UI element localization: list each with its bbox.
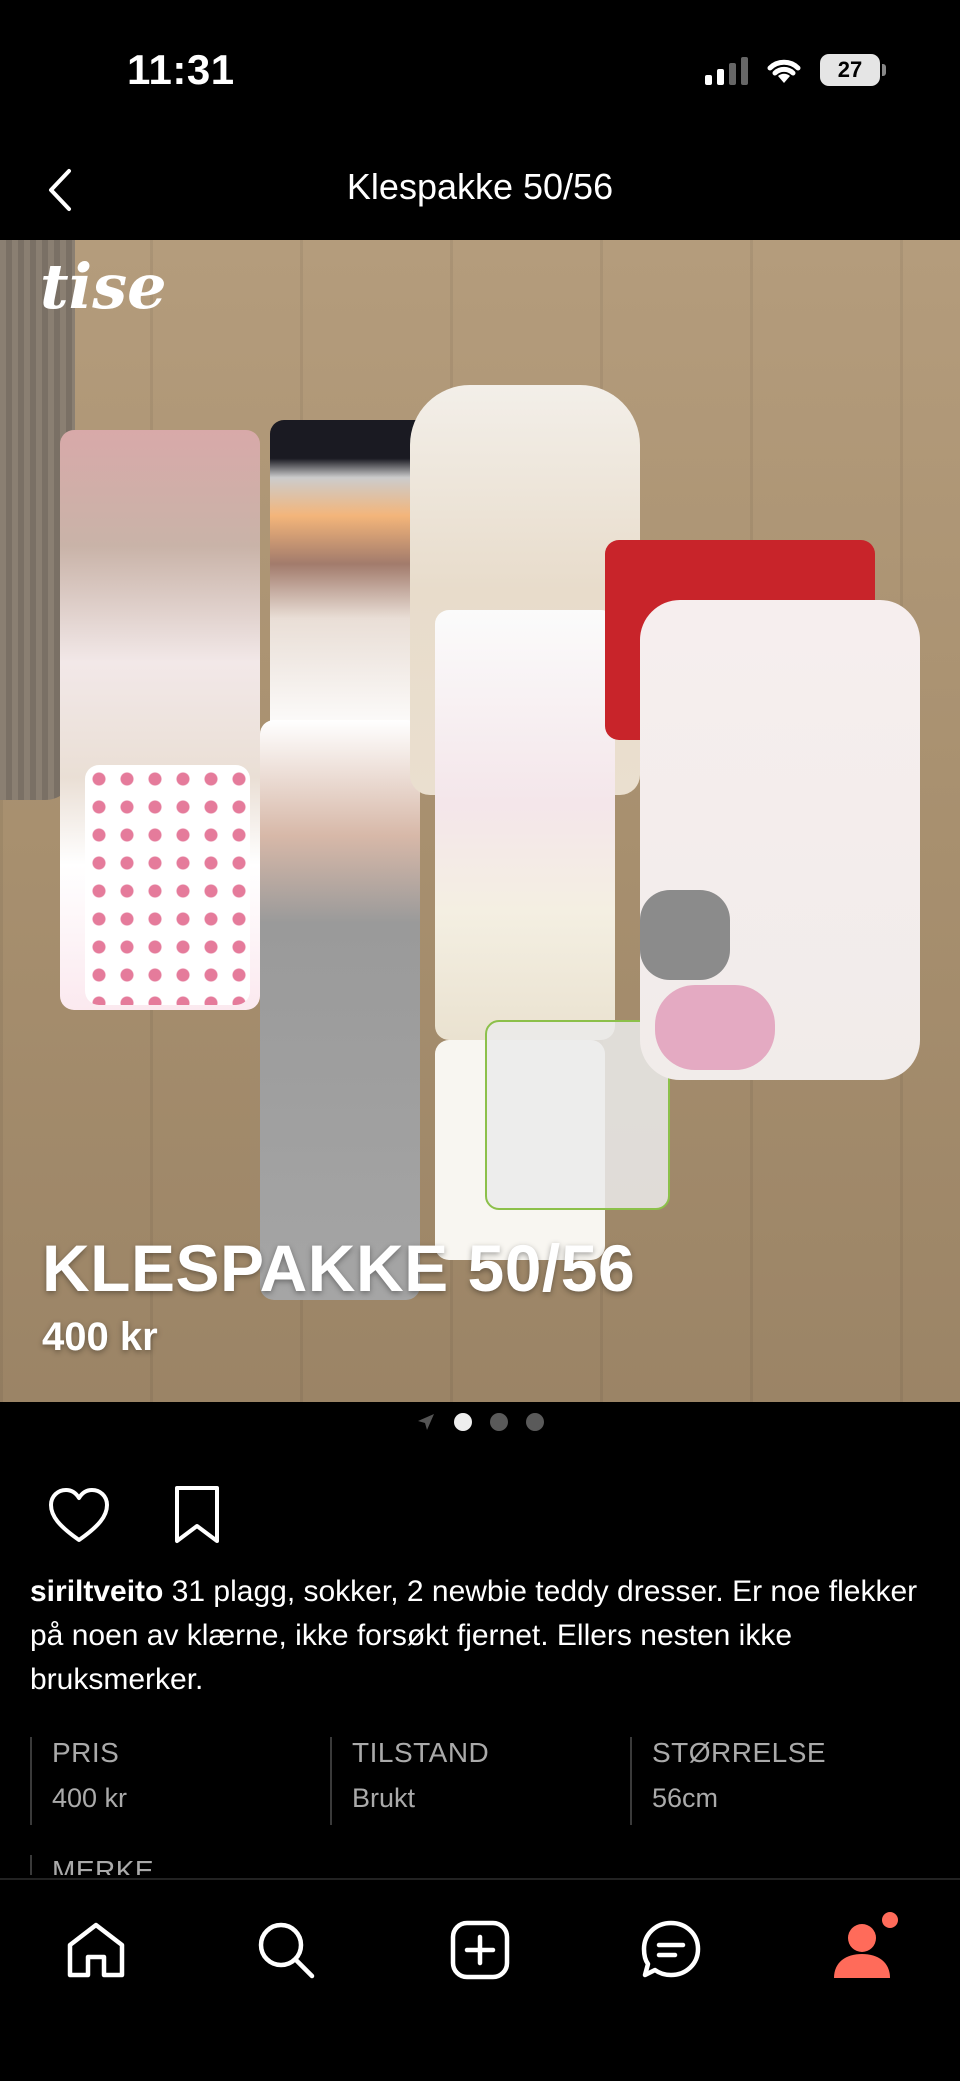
wifi-icon xyxy=(767,59,801,83)
status-time: 11:31 xyxy=(127,46,235,93)
listing-price: 400 kr xyxy=(42,1315,158,1359)
spec-price: PRIS 400 kr xyxy=(30,1737,330,1825)
spec-label: MERKE xyxy=(52,1855,155,1875)
notification-dot xyxy=(882,1912,898,1928)
profile-icon xyxy=(834,1924,890,1978)
battery-icon: 27 xyxy=(820,54,886,86)
tab-profile[interactable] xyxy=(822,1910,902,1990)
spec-value: Brukt xyxy=(352,1783,416,1813)
heart-icon xyxy=(49,1488,109,1542)
listing-photo[interactable]: tise KLESPAKKE 50/56 400 kr xyxy=(0,240,960,1402)
tab-bar xyxy=(0,1878,960,2081)
description-text: 31 plagg, sokker, 2 newbie teddy dresser… xyxy=(30,1575,918,1696)
status-bar: 11:31 27 xyxy=(0,0,960,140)
listing-title: KLESPAKKE 50/56 xyxy=(42,1231,636,1305)
spec-brand-partial: MERKE xyxy=(30,1855,330,1875)
status-icons: 27 xyxy=(705,54,886,86)
photo-pager xyxy=(0,1412,960,1432)
listing-description: siriltveito 31 plagg, sokker, 2 newbie t… xyxy=(30,1570,930,1702)
pager-dot-2[interactable] xyxy=(490,1413,508,1431)
garment-polka-pants xyxy=(85,765,250,1005)
add-icon xyxy=(450,1920,510,1980)
tab-home[interactable] xyxy=(56,1910,136,1990)
spec-label: PRIS xyxy=(52,1737,120,1768)
page-title: Klespakke 50/56 xyxy=(346,166,614,207)
spec-value: 400 kr xyxy=(52,1783,128,1813)
spec-condition: TILSTAND Brukt xyxy=(330,1737,630,1825)
garment-grey-body xyxy=(260,720,420,1300)
garment-white-body xyxy=(435,610,615,1040)
tab-messages[interactable] xyxy=(631,1910,711,1990)
spec-size: STØRRELSE 56cm xyxy=(630,1737,930,1825)
spec-label: TILSTAND xyxy=(352,1737,490,1768)
spec-row: PRIS 400 kr TILSTAND Brukt STØRRELSE 56c… xyxy=(30,1737,930,1825)
location-arrow-icon xyxy=(418,1414,434,1430)
pager-dot-1[interactable] xyxy=(454,1413,472,1431)
like-button[interactable] xyxy=(44,1480,114,1550)
action-row xyxy=(44,1480,232,1550)
garment-pink-hat xyxy=(655,985,775,1070)
save-button[interactable] xyxy=(162,1480,232,1550)
pager-dot-3[interactable] xyxy=(526,1413,544,1431)
seller-username[interactable]: siriltveito xyxy=(30,1575,163,1608)
search-icon xyxy=(258,1922,315,1979)
spec-brand: MERKE xyxy=(30,1855,330,1875)
garment-grey-socks xyxy=(640,890,730,980)
garment-stack-2 xyxy=(270,420,430,740)
nav-bar: Klespakke 50/56 xyxy=(0,140,960,240)
tise-logo: tise xyxy=(40,250,167,323)
chat-icon xyxy=(641,1920,701,1978)
spec-label: STØRRELSE xyxy=(652,1737,827,1768)
tab-search[interactable] xyxy=(246,1910,326,1990)
signal-icon xyxy=(705,55,748,85)
tab-add[interactable] xyxy=(440,1910,520,1990)
spec-value: 56cm xyxy=(652,1783,719,1813)
bookmark-icon xyxy=(175,1486,219,1543)
home-icon xyxy=(67,1922,125,1978)
